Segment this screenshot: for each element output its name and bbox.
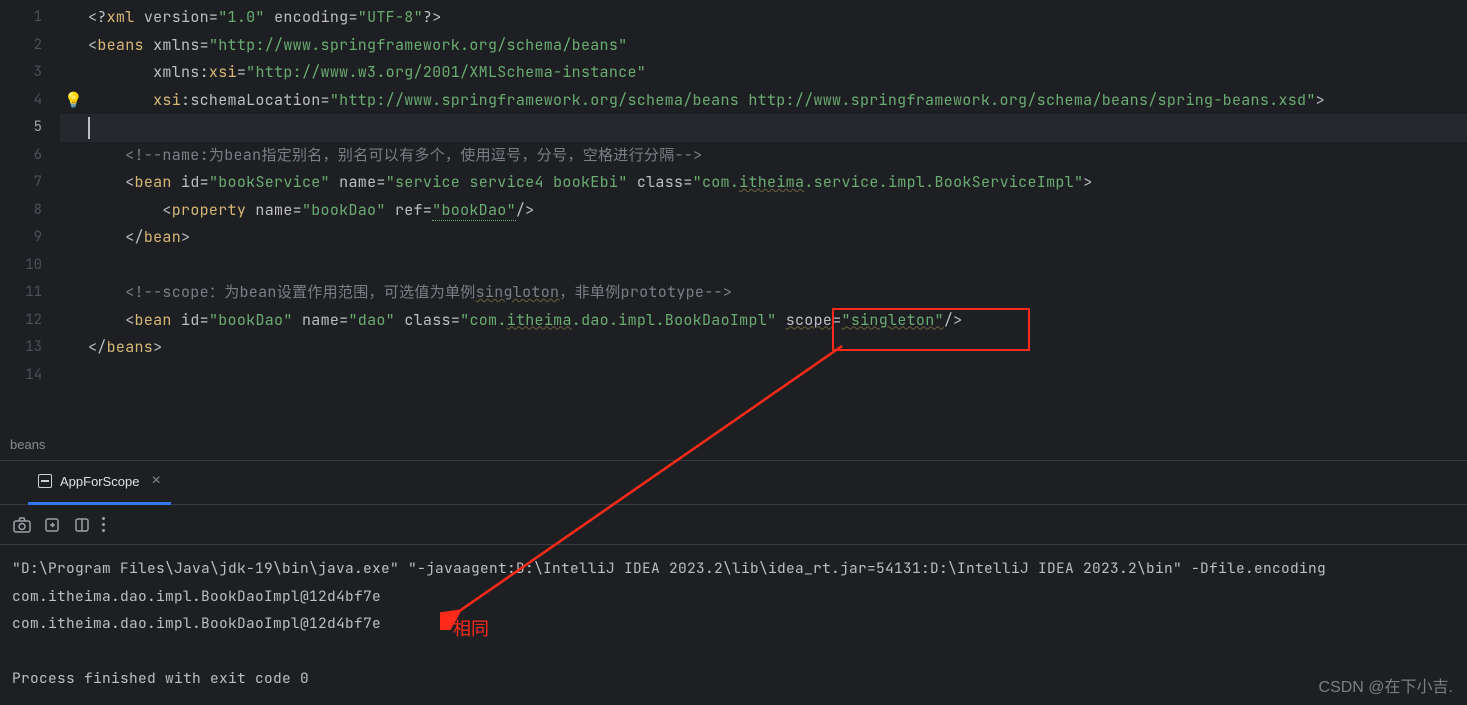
console-line: com.itheima.dao.impl.BookDaoImpl@12d4bf7… <box>12 610 1455 638</box>
console-line: com.itheima.dao.impl.BookDaoImpl@12d4bf7… <box>12 583 1455 611</box>
console-output[interactable]: "D:\Program Files\Java\jdk-19\bin\java.e… <box>0 545 1467 703</box>
code-line-6[interactable]: <!--name:为bean指定别名，别名可以有多个，使用逗号，分号，空格进行分… <box>60 142 1467 170</box>
run-tab-bar: AppForScope × <box>0 461 1467 505</box>
code-line-1[interactable]: <?xml version="1.0" encoding="UTF-8"?> <box>60 4 1467 32</box>
code-content[interactable]: <?xml version="1.0" encoding="UTF-8"?> <… <box>60 0 1467 430</box>
watermark: CSDN @在下小吉. <box>1319 673 1453 697</box>
console-line: Process finished with exit code 0 <box>12 665 1455 693</box>
console-line: "D:\Program Files\Java\jdk-19\bin\java.e… <box>12 555 1455 583</box>
intention-bulb-icon[interactable]: 💡 <box>64 87 83 115</box>
more-icon[interactable] <box>102 517 105 532</box>
screenshot-icon[interactable] <box>8 511 36 539</box>
console-line <box>12 638 1455 666</box>
code-line-8[interactable]: <property name="bookDao" ref="bookDao"/> <box>60 197 1467 225</box>
text-caret <box>88 117 90 139</box>
export-icon[interactable] <box>38 511 66 539</box>
code-line-12[interactable]: <bean id="bookDao" name="dao" class="com… <box>60 307 1467 335</box>
code-line-10[interactable] <box>60 252 1467 280</box>
run-config-icon <box>38 474 52 488</box>
code-line-5[interactable] <box>60 114 1467 142</box>
run-panel: AppForScope × "D:\Program Files\Java\jdk… <box>0 460 1467 703</box>
code-line-4[interactable]: 💡 xsi:schemaLocation="http://www.springf… <box>60 87 1467 115</box>
code-line-13[interactable]: </beans> <box>60 334 1467 362</box>
code-line-2[interactable]: <beans xmlns="http://www.springframework… <box>60 32 1467 60</box>
code-line-3[interactable]: xmlns:xsi="http://www.w3.org/2001/XMLSch… <box>60 59 1467 87</box>
run-tab-label: AppForScope <box>60 474 140 489</box>
annotation-label: 相同 <box>453 615 489 641</box>
layout-icon[interactable] <box>68 511 96 539</box>
code-line-11[interactable]: <!--scope：为bean设置作用范围，可选值为单例singloton，非单… <box>60 279 1467 307</box>
code-line-9[interactable]: </bean> <box>60 224 1467 252</box>
console-toolbar <box>0 505 1467 545</box>
breadcrumb[interactable]: beans <box>0 430 1467 460</box>
code-editor[interactable]: 1 2 3 4 5 6 7 8 9 10 11 12 13 14 <?xml v… <box>0 0 1467 430</box>
close-tab-icon[interactable]: × <box>152 472 161 490</box>
line-gutter: 1 2 3 4 5 6 7 8 9 10 11 12 13 14 <box>0 0 60 430</box>
run-tab-appforscope[interactable]: AppForScope × <box>28 461 171 505</box>
code-line-7[interactable]: <bean id="bookService" name="service ser… <box>60 169 1467 197</box>
